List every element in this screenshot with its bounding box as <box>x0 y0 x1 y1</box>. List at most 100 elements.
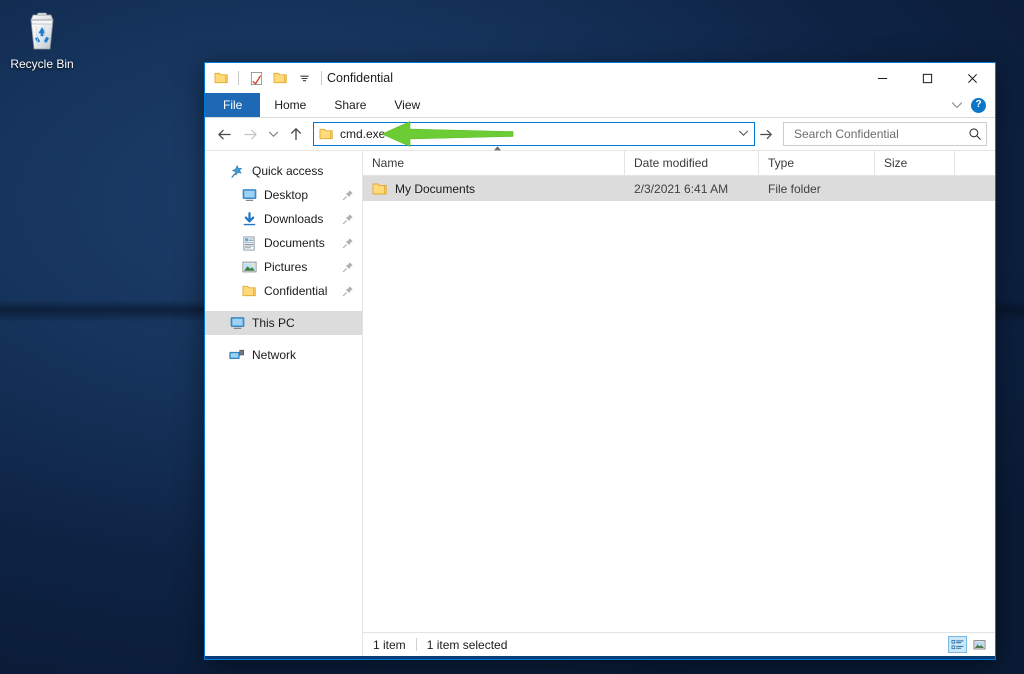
downloads-icon <box>241 211 257 227</box>
recent-locations-button[interactable] <box>263 121 283 147</box>
column-header-size[interactable]: Size <box>875 151 955 175</box>
status-bar: 1 item 1 item selected <box>363 632 995 656</box>
address-toolbar: cmd.exe <box>205 118 995 150</box>
window-title: Confidential <box>327 71 394 85</box>
sidebar-item-label: Pictures <box>264 260 308 274</box>
file-size-cell <box>875 176 955 201</box>
file-list-pane: Name Date modified Type Size My Document… <box>363 146 995 656</box>
quick-access-toolbar <box>211 63 325 93</box>
forward-arrow-icon <box>243 129 257 139</box>
sort-ascending-icon <box>494 146 501 151</box>
sidebar-item-label: This PC <box>252 316 295 330</box>
pin-icon[interactable] <box>342 213 354 225</box>
window-body: Quick access Desktop Downloads Documents… <box>205 146 995 656</box>
desktop-icon-recycle-bin[interactable]: Recycle Bin <box>4 6 80 71</box>
recycle-bin-icon <box>30 12 54 50</box>
star-pin-icon <box>229 163 245 179</box>
sidebar-item-pictures[interactable]: Pictures <box>205 255 362 279</box>
folder-icon <box>241 283 257 299</box>
minimize-button[interactable] <box>860 63 905 93</box>
file-name-cell: My Documents <box>363 176 625 201</box>
up-button[interactable] <box>283 121 309 147</box>
desktop-icon-label: Recycle Bin <box>10 57 74 71</box>
column-header-name[interactable]: Name <box>363 151 625 175</box>
qat-customize-chevron-icon[interactable] <box>294 68 314 88</box>
sidebar-item-quick-access[interactable]: Quick access <box>205 159 362 183</box>
status-separator <box>415 638 417 651</box>
column-headers: Name Date modified Type Size <box>363 146 995 176</box>
ribbon-right-controls: ? <box>951 93 995 117</box>
address-folder-icon <box>319 128 333 140</box>
column-header-type[interactable]: Type <box>759 151 875 175</box>
sidebar-item-label: Network <box>252 348 297 362</box>
desktop-icon <box>241 187 257 203</box>
up-arrow-icon <box>290 128 302 141</box>
pin-icon[interactable] <box>342 237 354 249</box>
sidebar-item-label: Downloads <box>264 212 324 226</box>
network-icon <box>229 347 245 363</box>
go-arrow-icon <box>760 129 772 139</box>
sidebar-item-this-pc[interactable]: This PC <box>205 311 362 335</box>
details-view-button[interactable] <box>948 636 967 653</box>
close-icon <box>968 73 977 83</box>
window-controls <box>860 63 995 93</box>
title-bar: Confidential <box>205 63 995 93</box>
sidebar-item-network[interactable]: Network <box>205 343 362 367</box>
view-toggle-group <box>948 636 989 653</box>
address-dropdown-button[interactable] <box>734 129 752 140</box>
qat-separator-2 <box>321 71 322 85</box>
minimize-icon <box>877 77 888 79</box>
sidebar-item-label: Desktop <box>264 188 309 202</box>
file-name-text: My Documents <box>395 181 476 196</box>
forward-button[interactable] <box>237 121 263 147</box>
maximize-button[interactable] <box>905 63 950 93</box>
sidebar-item-label: Quick access <box>252 164 324 178</box>
search-box[interactable] <box>783 122 987 146</box>
sidebar-item-documents[interactable]: Documents <box>205 231 362 255</box>
large-icons-view-icon <box>973 639 986 649</box>
qat-folder-icon[interactable] <box>211 68 231 88</box>
chevron-down-icon <box>299 75 309 81</box>
status-item-count: 1 item <box>373 637 406 652</box>
navigation-pane: Quick access Desktop Downloads Documents… <box>205 151 363 656</box>
window-bottom-edge <box>205 656 995 659</box>
help-icon[interactable]: ? <box>971 97 986 113</box>
back-button[interactable] <box>211 121 237 147</box>
nav-spacer-2 <box>205 335 362 343</box>
this-pc-icon <box>229 315 245 331</box>
qat-separator <box>238 71 239 85</box>
sidebar-item-desktop[interactable]: Desktop <box>205 183 362 207</box>
tab-home[interactable]: Home <box>260 93 320 117</box>
address-bar[interactable]: cmd.exe <box>313 122 755 146</box>
qat-new-folder-icon[interactable] <box>270 68 290 88</box>
documents-icon <box>241 235 257 251</box>
maximize-icon <box>922 73 933 83</box>
pin-icon[interactable] <box>342 261 354 273</box>
pin-icon[interactable] <box>342 285 354 297</box>
file-explorer-window: Confidential File Home Share View ? cmd.… <box>204 62 996 660</box>
sidebar-item-downloads[interactable]: Downloads <box>205 207 362 231</box>
pin-icon[interactable] <box>342 189 354 201</box>
file-type-cell: File folder <box>768 181 821 196</box>
large-icons-view-button[interactable] <box>970 636 989 653</box>
file-date-cell: 2/3/2021 6:41 AM <box>634 181 729 196</box>
tab-share[interactable]: Share <box>320 93 380 117</box>
folder-icon <box>372 183 387 194</box>
address-text: cmd.exe <box>340 127 386 141</box>
close-button[interactable] <box>950 63 995 93</box>
go-button[interactable] <box>755 123 777 145</box>
column-header-date-modified[interactable]: Date modified <box>625 151 759 175</box>
qat-properties-icon[interactable] <box>246 68 266 88</box>
back-arrow-icon <box>217 129 231 139</box>
ribbon-tabs: File Home Share View ? <box>205 93 995 118</box>
chevron-down-icon <box>738 130 748 136</box>
sidebar-item-confidential[interactable]: Confidential <box>205 279 362 303</box>
sidebar-item-label: Confidential <box>264 284 328 298</box>
search-input[interactable] <box>792 126 968 142</box>
chevron-down-icon <box>268 131 278 138</box>
ribbon-collapse-chevron-icon[interactable] <box>951 101 963 110</box>
table-row[interactable]: My Documents 2/3/2021 6:41 AM File folde… <box>363 176 995 201</box>
tab-view[interactable]: View <box>380 93 434 117</box>
tab-file[interactable]: File <box>205 93 261 117</box>
